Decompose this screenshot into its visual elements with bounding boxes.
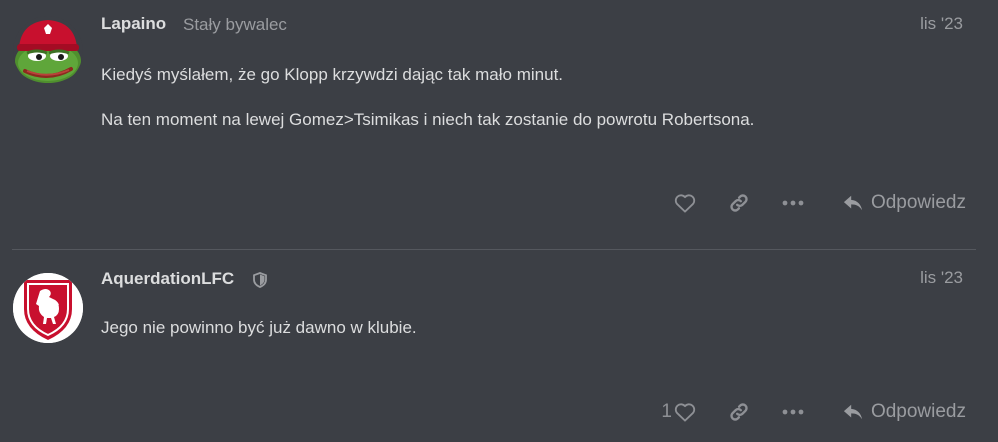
reply-label: Odpowiedz — [870, 192, 966, 213]
ellipsis-icon — [782, 200, 804, 206]
post-date[interactable]: lis '23 — [920, 268, 963, 288]
post-aquerdationlfc: AquerdationLFC lis '23 Jego nie powinno … — [0, 250, 998, 442]
liverbird-crest-icon — [13, 273, 83, 343]
like-button[interactable]: 1 — [661, 401, 696, 423]
copy-link-button[interactable] — [724, 401, 754, 423]
post-paragraph: Kiedyś myślałem, że go Klopp krzywdzi da… — [101, 65, 564, 84]
post-paragraph: Jego nie powinno być już dawno w klubie. — [101, 318, 417, 337]
reply-arrow-icon — [843, 195, 863, 211]
like-button[interactable] — [670, 193, 700, 213]
pepe-avatar-icon — [13, 16, 83, 86]
user-title: Stały bywalec — [183, 15, 287, 34]
post-actions: 1 Odpowiedz — [661, 397, 966, 427]
post-actions: Odpowiedz — [670, 188, 966, 218]
heart-icon — [674, 194, 696, 213]
more-options-button[interactable] — [778, 408, 808, 416]
like-count: 1 — [661, 401, 672, 422]
ellipsis-icon — [782, 409, 804, 415]
username[interactable]: AquerdationLFC — [101, 269, 234, 289]
post-paragraph: Na ten moment na lewej Gomez>Tsimikas i … — [101, 110, 755, 129]
heart-icon — [674, 403, 696, 422]
link-icon — [730, 194, 748, 212]
post-date[interactable]: lis '23 — [920, 14, 963, 34]
more-options-button[interactable] — [778, 199, 808, 207]
user-avatar[interactable] — [13, 16, 83, 86]
reply-label: Odpowiedz — [870, 401, 966, 422]
copy-link-button[interactable] — [724, 192, 754, 214]
reply-button[interactable]: Odpowiedz — [842, 401, 966, 423]
post-lapaino: Lapaino Stały bywalec lis '23 Kiedyś myś… — [0, 0, 998, 250]
user-avatar[interactable] — [13, 273, 83, 343]
shield-icon — [253, 272, 267, 288]
reply-button[interactable]: Odpowiedz — [842, 192, 966, 214]
username[interactable]: Lapaino — [101, 14, 166, 34]
link-icon — [730, 403, 748, 421]
reply-arrow-icon — [843, 404, 863, 420]
